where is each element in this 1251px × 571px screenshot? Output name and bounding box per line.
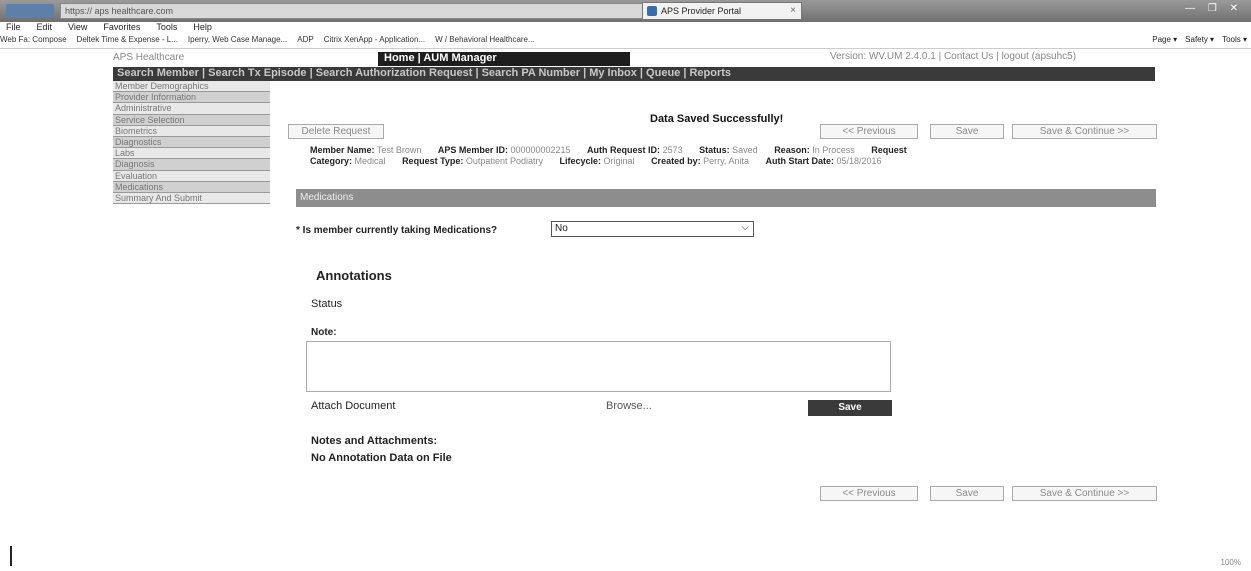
browser-title-bar: https:// aps healthcare.com APS Provider… (0, 0, 1251, 22)
menu-item-help[interactable]: Help (193, 22, 212, 32)
left-nav-item-summary-and-submit[interactable]: Summary And Submit (113, 192, 270, 205)
site-favicon-icon (647, 6, 657, 16)
command-bar-item[interactable]: Safety ▾ (1185, 35, 1214, 44)
browser-back-forward-icon[interactable] (6, 4, 54, 18)
left-nav-item-diagnosis[interactable]: Diagnosis (113, 159, 270, 171)
main-nav[interactable]: Search Member | Search Tx Episode | Sear… (113, 67, 1155, 81)
favorite-link[interactable]: W / Behavioral Healthcare... (435, 35, 535, 44)
annotations-title: Annotations (316, 268, 392, 283)
attach-document-label: Attach Document (311, 400, 396, 412)
tab-title: APS Provider Portal (661, 6, 742, 16)
save-continue-button-bottom[interactable]: Save & Continue >> (1012, 486, 1157, 501)
reason-value: In Process (812, 145, 855, 155)
favorite-link[interactable]: Web Fa: Compose (0, 35, 67, 44)
section-header-medications: Medications (296, 189, 1156, 207)
favorite-link[interactable]: Deltek Time & Expense - L... (77, 35, 178, 44)
favorite-link[interactable]: ADP (297, 35, 313, 44)
category-value: Medical (354, 156, 386, 166)
browser-tab[interactable]: APS Provider Portal × (642, 2, 802, 20)
left-nav-item-administrative[interactable]: Administrative (113, 103, 270, 115)
browse-button[interactable]: Browse... (606, 400, 652, 412)
address-bar[interactable]: https:// aps healthcare.com (60, 3, 660, 19)
browser-menu-bar: File Edit View Favorites Tools Help (0, 22, 1251, 35)
aps-logo: APS Healthcare (113, 52, 185, 63)
cursor-mark (10, 546, 12, 566)
previous-button-bottom[interactable]: << Previous (820, 486, 918, 501)
left-nav-item-medications[interactable]: Medications (113, 181, 270, 193)
saved-message: Data Saved Successfully! (650, 113, 784, 125)
save-attachment-button[interactable]: Save (808, 400, 892, 416)
note-label: Note: (311, 327, 337, 338)
previous-button-top[interactable]: << Previous (820, 124, 918, 139)
left-nav-item-diagnostics[interactable]: Diagnostics (113, 136, 270, 149)
medications-select[interactable]: No ⌵ (551, 221, 754, 237)
left-nav-item-member-demographics[interactable]: Member Demographics (113, 81, 270, 93)
tab-close-icon[interactable]: × (790, 5, 796, 16)
notes-attachments-label: Notes and Attachments: (311, 435, 438, 447)
left-nav-item-evaluation[interactable]: Evaluation (113, 170, 270, 182)
command-bar-item[interactable]: Tools ▾ (1222, 35, 1247, 44)
left-nav-item-provider-information[interactable]: Provider Information (113, 92, 270, 104)
delete-request-button[interactable]: Delete Request (288, 124, 384, 139)
no-annotation-message: No Annotation Data on File (311, 452, 452, 464)
medications-select-value: No (555, 223, 568, 234)
command-bar-item[interactable]: Page ▾ (1152, 35, 1177, 44)
menu-item-tools[interactable]: Tools (156, 22, 177, 32)
command-bar: Page ▾ Safety ▾ Tools ▾ (1144, 35, 1247, 44)
member-id: 000000002215 (510, 145, 571, 155)
auth-start-value: 05/18/2016 (836, 156, 882, 166)
version-links[interactable]: Version: WV.UM 2.4.0.1 | Contact Us | lo… (830, 51, 1076, 62)
member-name: Test Brown (376, 145, 422, 155)
left-nav-item-labs[interactable]: Labs (113, 148, 270, 160)
member-info: Member Name: Test Brown APS Member ID: 0… (310, 145, 907, 166)
status-value: Saved (732, 145, 758, 155)
medications-question: * Is member currently taking Medications… (296, 225, 498, 236)
save-button-bottom[interactable]: Save (930, 486, 1004, 501)
menu-item-favorites[interactable]: Favorites (103, 22, 140, 32)
left-nav-item-biometrics[interactable]: Biometrics (113, 125, 270, 137)
auth-request-id: 2573 (662, 145, 683, 155)
menu-item-edit[interactable]: Edit (37, 22, 53, 32)
chevron-down-icon: ⌵ (741, 222, 749, 233)
created-by-value: Perry, Anita (703, 156, 749, 166)
favorites-bar: Web Fa: Compose Deltek Time & Expense - L… (0, 35, 1251, 49)
save-button-top[interactable]: Save (930, 124, 1004, 139)
annotation-status-label: Status (311, 298, 343, 310)
save-continue-button-top[interactable]: Save & Continue >> (1012, 124, 1157, 139)
window-controls[interactable]: — ❐ ✕ (1185, 3, 1243, 14)
favorite-link[interactable]: Citrix XenApp - Application... (324, 35, 425, 44)
menu-item-view[interactable]: View (68, 22, 87, 32)
note-textarea[interactable] (306, 341, 891, 392)
zoom-level[interactable]: 100% (1221, 558, 1241, 567)
left-nav-item-service-selection[interactable]: Service Selection (113, 114, 270, 126)
lifecycle-value: Original (603, 156, 635, 166)
left-nav: Member Demographics Provider Information A… (113, 81, 270, 205)
home-aum-manager-link[interactable]: Home | AUM Manager (378, 52, 630, 66)
favorite-link[interactable]: Iperry, Web Case Manage... (188, 35, 287, 44)
request-type-value: Outpatient Podiatry (465, 156, 543, 166)
menu-item-file[interactable]: File (6, 22, 21, 32)
